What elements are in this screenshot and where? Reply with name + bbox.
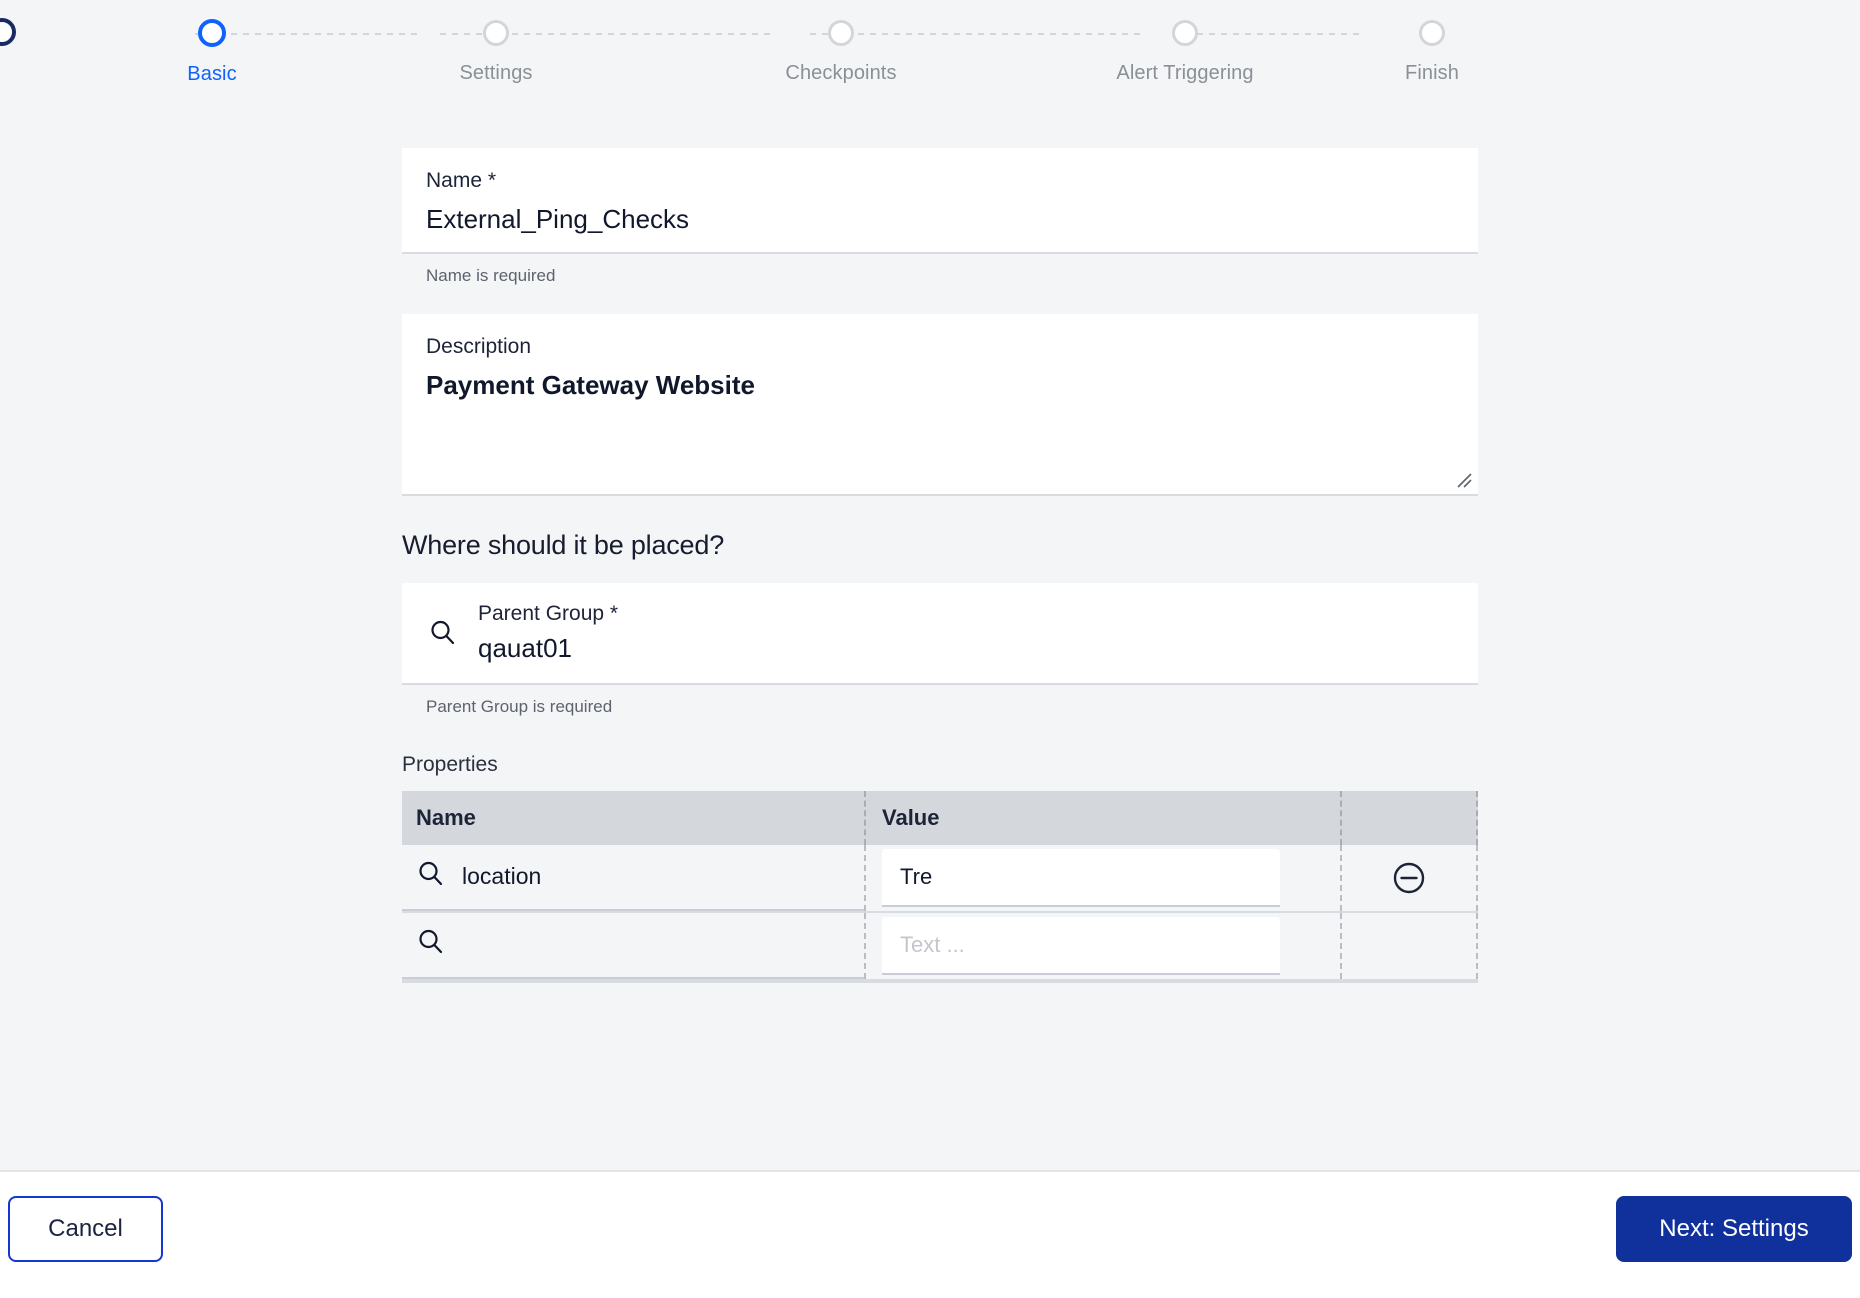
wizard-page: Basic Settings Checkpoints Alert Trigger…: [0, 0, 1860, 1298]
parent-group-value[interactable]: qauat01: [478, 634, 1454, 663]
table-bottom-border: [402, 980, 1478, 983]
name-field[interactable]: Name * External_Ping_Checks: [402, 148, 1478, 254]
description-field-value[interactable]: Payment Gateway Website: [426, 370, 1454, 400]
parent-group-helper: Parent Group is required: [426, 696, 613, 716]
properties-table: Name Value location: [402, 790, 1478, 983]
column-header-action: [1340, 790, 1478, 845]
property-action-cell-2: [1340, 912, 1478, 979]
step-label-alert-triggering: Alert Triggering: [1116, 62, 1254, 84]
step-dot-checkpoints: [828, 20, 854, 46]
property-value-input-1[interactable]: [882, 848, 1280, 907]
step-label-checkpoints: Checkpoints: [785, 62, 897, 84]
step-label-settings: Settings: [459, 62, 533, 84]
column-header-value: Value: [864, 790, 1340, 845]
step-dot-alert-triggering: [1172, 20, 1198, 46]
table-row: location: [402, 844, 1478, 913]
properties-table-header: Name Value: [402, 790, 1478, 845]
description-field[interactable]: Description Payment Gateway Website: [402, 313, 1478, 496]
resize-handle-icon[interactable]: [1454, 470, 1472, 488]
step-dot-settings: [483, 20, 509, 46]
step-dot-basic: [198, 19, 226, 47]
step-basic[interactable]: Basic: [82, 0, 342, 86]
property-value-input-2[interactable]: [882, 916, 1280, 975]
parent-group-label: Parent Group *: [478, 601, 619, 625]
parent-group-field[interactable]: Parent Group * qauat01: [402, 582, 1478, 685]
search-icon: [426, 616, 460, 650]
search-icon: [416, 927, 446, 962]
name-field-label: Name *: [426, 169, 497, 192]
step-settings[interactable]: Settings: [366, 0, 626, 85]
step-finish[interactable]: Finish: [1302, 0, 1562, 85]
edge-indicator-dot: [0, 18, 16, 46]
wizard-footer: Cancel Next: Settings: [0, 1170, 1860, 1298]
step-label-finish: Finish: [1405, 62, 1459, 84]
properties-title: Properties: [402, 752, 498, 776]
table-row: [402, 912, 1478, 981]
next-settings-button[interactable]: Next: Settings: [1616, 1196, 1852, 1262]
property-name-value-1: location: [462, 863, 542, 890]
search-icon: [416, 859, 446, 894]
minus-circle-icon[interactable]: [1392, 861, 1426, 895]
description-field-label: Description: [426, 334, 532, 358]
property-value-cell-2: [864, 912, 1340, 979]
property-name-cell-1[interactable]: location: [402, 845, 864, 911]
wizard-form: Name * External_Ping_Checks Name is requ…: [402, 148, 1478, 983]
step-dot-finish: [1419, 20, 1445, 46]
step-checkpoints[interactable]: Checkpoints: [711, 0, 971, 85]
wizard-stepper: Basic Settings Checkpoints Alert Trigger…: [0, 0, 1860, 118]
property-name-cell-2[interactable]: [402, 913, 864, 979]
property-value-cell-1: [864, 844, 1340, 911]
step-label-basic: Basic: [187, 63, 237, 85]
name-field-value[interactable]: External_Ping_Checks: [426, 205, 1454, 234]
placement-section-title: Where should it be placed?: [402, 529, 725, 560]
name-field-helper: Name is required: [426, 265, 556, 285]
cancel-button[interactable]: Cancel: [8, 1196, 163, 1262]
step-alert-triggering[interactable]: Alert Triggering: [1055, 0, 1315, 85]
property-action-cell-1: [1340, 844, 1478, 911]
column-header-name: Name: [416, 804, 476, 830]
